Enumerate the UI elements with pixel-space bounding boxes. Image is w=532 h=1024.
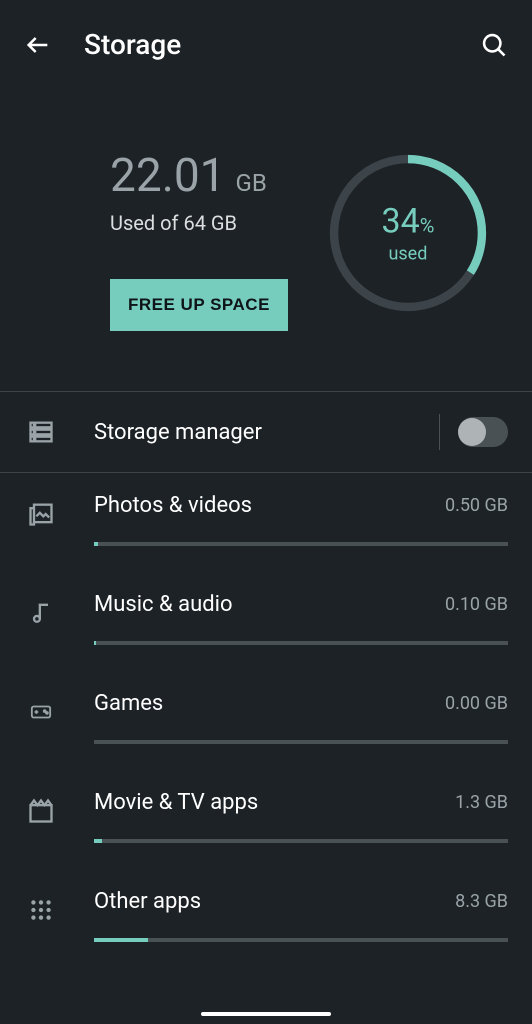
used-subtitle: Used of 64 GB	[110, 211, 288, 235]
category-progress-bar	[94, 839, 508, 843]
page-title: Storage	[84, 28, 181, 61]
category-movies[interactable]: Movie & TV apps 1.3 GB	[0, 770, 532, 869]
used-amount: 22.01	[110, 149, 226, 203]
category-progress-fill	[94, 839, 102, 843]
storage-manager-toggle-wrap	[439, 414, 508, 450]
category-progress-bar	[94, 542, 508, 546]
free-up-space-button[interactable]: FREE UP SPACE	[110, 279, 288, 331]
category-progress-fill	[94, 641, 96, 645]
percent-symbol: %	[420, 214, 435, 238]
storage-summary: 22.01 GB Used of 64 GB FREE UP SPACE 34%…	[0, 89, 532, 371]
usage-percent: 34	[381, 202, 419, 242]
category-body: Movie & TV apps 1.3 GB	[94, 790, 508, 843]
storage-manager-label: Storage manager	[94, 420, 403, 445]
storage-manager-row[interactable]: Storage manager	[0, 392, 532, 473]
category-games[interactable]: Games 0.00 GB	[0, 671, 532, 770]
category-value: 8.3 GB	[455, 891, 508, 912]
usage-percent-label: used	[381, 244, 434, 265]
category-body: Music & audio 0.10 GB	[94, 592, 508, 645]
toggle-knob	[458, 418, 486, 446]
storage-manager-toggle[interactable]	[458, 417, 508, 447]
category-value: 1.3 GB	[455, 792, 508, 813]
category-photos[interactable]: Photos & videos 0.50 GB	[0, 473, 532, 572]
usage-ring: 34% used	[324, 149, 492, 317]
category-body: Photos & videos 0.50 GB	[94, 493, 508, 546]
category-body: Other apps 8.3 GB	[94, 889, 508, 942]
category-progress-bar	[94, 740, 508, 744]
storage-summary-text: 22.01 GB Used of 64 GB FREE UP SPACE	[110, 149, 288, 331]
category-value: 0.00 GB	[445, 693, 508, 714]
category-progress-fill	[94, 938, 148, 942]
category-progress-fill	[94, 542, 98, 546]
search-icon[interactable]	[480, 31, 508, 59]
category-other[interactable]: Other apps 8.3 GB	[0, 869, 532, 968]
movies-icon	[24, 794, 58, 828]
home-indicator[interactable]	[201, 1012, 331, 1016]
app-header: Storage	[0, 0, 532, 89]
category-value: 0.50 GB	[445, 495, 508, 516]
used-unit: GB	[236, 169, 267, 197]
photos-icon	[24, 497, 58, 531]
category-label: Music & audio	[94, 592, 233, 617]
storage-manager-icon	[24, 415, 58, 449]
category-label: Photos & videos	[94, 493, 252, 518]
category-label: Other apps	[94, 889, 201, 914]
back-icon[interactable]	[24, 31, 52, 59]
storage-categories: Photos & videos 0.50 GB Music & audio 0.10 …	[0, 473, 532, 968]
toggle-divider	[439, 414, 440, 450]
category-label: Movie & TV apps	[94, 790, 258, 815]
category-label: Games	[94, 691, 163, 716]
usage-ring-label: 34% used	[381, 202, 434, 265]
category-music[interactable]: Music & audio 0.10 GB	[0, 572, 532, 671]
category-progress-bar	[94, 938, 508, 942]
category-progress-bar	[94, 641, 508, 645]
games-icon	[24, 695, 58, 729]
category-value: 0.10 GB	[445, 594, 508, 615]
other-icon	[24, 893, 58, 927]
music-icon	[24, 596, 58, 630]
category-body: Games 0.00 GB	[94, 691, 508, 744]
